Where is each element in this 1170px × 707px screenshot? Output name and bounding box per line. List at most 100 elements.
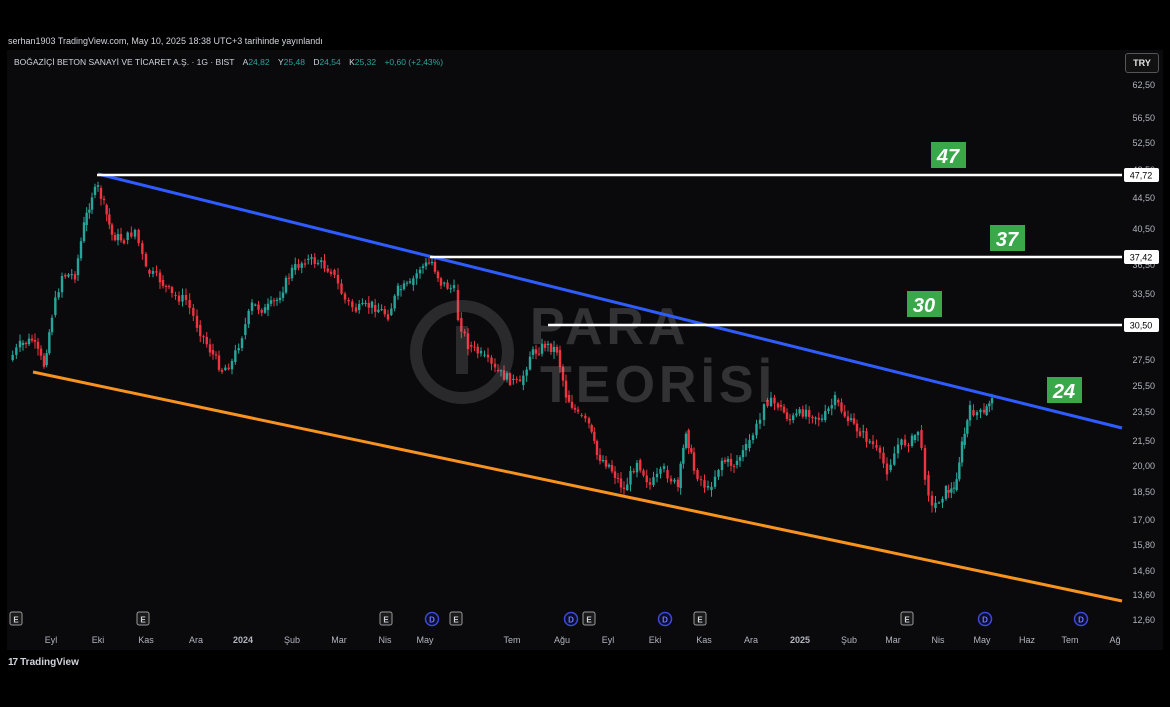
- open-value: 24,82: [248, 57, 270, 67]
- candle-body: [116, 234, 120, 241]
- candle-body: [96, 185, 100, 187]
- candle-body: [64, 275, 67, 277]
- candle-body: [333, 270, 336, 275]
- chart-svg[interactable]: PARA TEORİSİ 47 37 30 24 62,5056,5052,50…: [7, 50, 1163, 650]
- currency-button[interactable]: TRY: [1125, 53, 1159, 73]
- candle-body: [184, 294, 188, 300]
- candle-body: [896, 444, 900, 454]
- candle-body: [934, 502, 937, 508]
- badge-24-text: 24: [1052, 381, 1075, 403]
- candle-body: [785, 412, 789, 419]
- candle-body: [910, 435, 914, 446]
- candle-body: [45, 353, 48, 365]
- candle-body: [18, 340, 22, 348]
- event-marker[interactable]: D: [424, 611, 440, 627]
- candle-body: [290, 267, 294, 279]
- candle-body: [224, 367, 227, 370]
- candle-body: [247, 310, 250, 325]
- event-marker[interactable]: E: [449, 611, 463, 626]
- candle-body: [93, 186, 97, 195]
- candle-body: [907, 445, 910, 447]
- candle-body: [916, 431, 920, 436]
- candle-body: [690, 448, 693, 453]
- candle-body: [613, 471, 617, 478]
- event-marker[interactable]: D: [977, 611, 993, 627]
- chart-area[interactable]: PARA TEORİSİ 47 37 30 24 62,50 56,50 52,…: [7, 50, 1163, 650]
- candle-body: [968, 405, 972, 421]
- time-tick: Ağu: [554, 635, 570, 645]
- event-marker[interactable]: E: [136, 611, 150, 626]
- price-tick: 13,60: [1132, 590, 1155, 600]
- candle-body: [479, 350, 483, 354]
- event-marker-text: E: [13, 616, 19, 625]
- candle-body: [598, 455, 602, 461]
- candle-body: [85, 212, 88, 225]
- candle-body: [158, 272, 162, 283]
- price-tick: 21,50: [1132, 436, 1155, 446]
- candle-body: [205, 336, 208, 345]
- candle-body: [99, 188, 103, 199]
- candle-body: [148, 270, 151, 274]
- candle-body: [122, 240, 126, 244]
- candle-body: [110, 224, 114, 235]
- candle-body: [528, 356, 532, 370]
- high-value: 25,48: [283, 57, 305, 67]
- candle-body: [275, 299, 279, 301]
- event-marker[interactable]: D: [563, 611, 579, 627]
- time-axis[interactable]: Eyl Eki Kas Ara 2024 Şub Mar Nis May Tem Ağu Eyl Eki…: [45, 635, 1121, 645]
- event-marker[interactable]: E: [582, 611, 596, 626]
- event-markers[interactable]: EEEDEDEDEEDD: [9, 611, 1089, 627]
- watermark-line2: TEORİSİ: [540, 356, 776, 414]
- candle-body: [990, 398, 994, 404]
- candle-body: [284, 277, 288, 293]
- price-tick: 40,50: [1132, 224, 1155, 234]
- price-axis[interactable]: 62,5056,5052,5048,5044,5040,5036,5033,50…: [1132, 80, 1155, 625]
- candle-body: [512, 378, 515, 380]
- price-tick: 56,50: [1132, 113, 1155, 123]
- candle-body: [250, 302, 254, 311]
- candle-body: [944, 486, 948, 499]
- candle-body: [257, 304, 260, 310]
- time-tick: Haz: [1019, 635, 1036, 645]
- candle-body: [449, 288, 452, 290]
- candle-body: [751, 435, 755, 441]
- tradingview-brand[interactable]: 17 TradingView: [8, 657, 79, 668]
- event-marker[interactable]: E: [9, 611, 23, 626]
- badge-30-text: 30: [913, 295, 935, 317]
- candle-body: [415, 273, 418, 279]
- candle-body: [202, 336, 205, 338]
- candle-body: [380, 309, 383, 311]
- candle-body: [849, 418, 853, 420]
- event-marker-text: D: [662, 616, 668, 625]
- candle-body: [682, 447, 685, 464]
- candle-body: [960, 441, 964, 463]
- event-marker[interactable]: E: [379, 611, 393, 626]
- candle-body: [717, 470, 720, 477]
- candle-body: [855, 423, 859, 432]
- top-bar: [0, 0, 1170, 30]
- candle-body: [741, 450, 745, 458]
- candle-body: [70, 274, 73, 276]
- candle-body: [735, 460, 739, 465]
- candle-body: [607, 464, 611, 467]
- candle-body: [443, 282, 446, 284]
- watermark-logo-bar: [456, 326, 468, 374]
- event-marker-text: D: [982, 616, 988, 625]
- candle-body: [281, 292, 285, 298]
- candle-body: [313, 257, 316, 264]
- candle-body: [50, 317, 54, 333]
- event-marker[interactable]: E: [693, 611, 707, 626]
- candle-body: [294, 264, 297, 270]
- candle-body: [310, 257, 313, 259]
- event-marker[interactable]: E: [900, 611, 914, 626]
- candle-body: [635, 462, 639, 473]
- candle-body: [167, 286, 171, 288]
- chart-window: serhan1903 TradingView.com, May 10, 2025…: [0, 0, 1170, 707]
- event-marker[interactable]: D: [1073, 611, 1089, 627]
- candle-body: [21, 342, 25, 345]
- candle-body: [272, 300, 276, 302]
- price-tick: 12,60: [1132, 615, 1155, 625]
- candle-body: [811, 416, 814, 419]
- candle-body: [515, 378, 518, 380]
- event-marker[interactable]: D: [657, 611, 673, 627]
